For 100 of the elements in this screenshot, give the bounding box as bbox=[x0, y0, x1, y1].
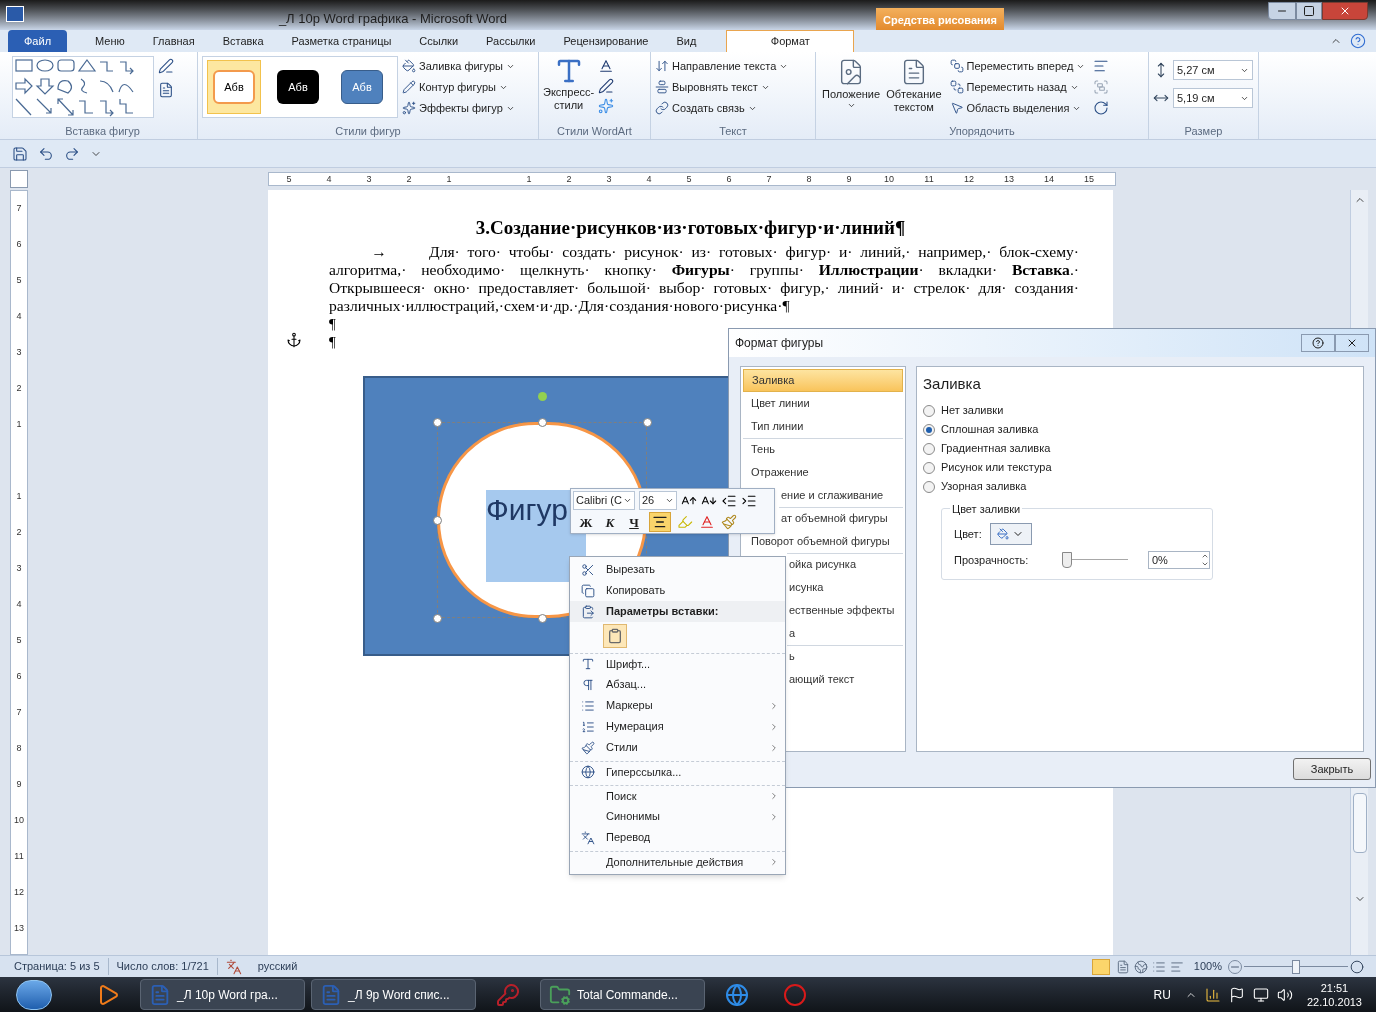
spelling-icon[interactable] bbox=[225, 958, 242, 975]
size-field[interactable]: 5,19 см bbox=[1173, 88, 1253, 108]
network-icon[interactable] bbox=[1252, 986, 1269, 1003]
ribbon-tab[interactable]: Рассылки bbox=[472, 30, 550, 52]
resize-handle[interactable] bbox=[433, 418, 442, 427]
rotation-handle[interactable] bbox=[538, 392, 547, 401]
ribbon-tab[interactable]: Разметка страницы bbox=[277, 30, 406, 52]
view-mode-icon[interactable] bbox=[1133, 959, 1148, 974]
resize-handle[interactable] bbox=[433, 516, 442, 525]
ribbon-tab[interactable]: Рецензирование bbox=[549, 30, 663, 52]
menu-item[interactable]: Маркеры bbox=[570, 695, 785, 716]
taskbar-button[interactable]: Total Commande... bbox=[540, 979, 705, 1010]
file-tab[interactable]: Файл bbox=[8, 30, 68, 52]
style-sample[interactable]: Абв bbox=[335, 60, 389, 114]
category-item[interactable]: Отражение bbox=[743, 460, 903, 484]
start-button[interactable] bbox=[16, 979, 52, 1010]
category-item[interactable]: Тип линии bbox=[743, 414, 903, 438]
ribbon-tab[interactable]: Вид bbox=[662, 30, 711, 52]
category-item[interactable]: Поворот объемной фигуры bbox=[743, 529, 903, 553]
zoom-in-icon[interactable] bbox=[1350, 959, 1364, 974]
scrollbar-thumb[interactable] bbox=[1352, 793, 1367, 853]
format-painter-icon[interactable] bbox=[721, 514, 737, 530]
edit-shape-icon[interactable] bbox=[158, 58, 174, 74]
category-item[interactable]: Тень bbox=[743, 437, 903, 461]
ribbon-command[interactable]: Контур фигуры bbox=[402, 77, 515, 97]
ribbon-command[interactable]: Переместить назад bbox=[949, 77, 1086, 97]
resize-handle[interactable] bbox=[538, 418, 547, 427]
style-sample[interactable]: Абв bbox=[271, 60, 325, 114]
align-icon[interactable] bbox=[1093, 58, 1110, 74]
maximize-button[interactable] bbox=[1296, 2, 1322, 20]
save-icon[interactable] bbox=[12, 145, 28, 162]
radio-button[interactable] bbox=[923, 461, 935, 474]
menu-item[interactable]: Дополнительные действия bbox=[570, 851, 785, 872]
radio-button[interactable] bbox=[923, 480, 935, 493]
ribbon-tab[interactable]: Главная bbox=[138, 30, 209, 52]
ribbon-command[interactable]: Эффекты фигур bbox=[402, 98, 515, 118]
menu-item[interactable]: Копировать bbox=[570, 580, 785, 601]
taskbar-button[interactable]: _Л 10р Word гра... bbox=[140, 979, 305, 1010]
menu-item[interactable]: Стили bbox=[570, 737, 785, 758]
color-picker-button[interactable] bbox=[989, 523, 1032, 546]
view-mode-icon[interactable] bbox=[1151, 959, 1166, 974]
express-styles-button[interactable]: Экспресс- стили bbox=[543, 56, 595, 123]
view-mode-icon[interactable] bbox=[1169, 959, 1184, 974]
category-item[interactable]: а bbox=[787, 621, 903, 645]
volume-icon[interactable] bbox=[1276, 986, 1293, 1003]
category-item[interactable]: Цвет линии bbox=[743, 391, 903, 415]
menu-item[interactable]: Шрифт... bbox=[570, 653, 785, 674]
resize-handle[interactable] bbox=[433, 614, 442, 623]
rotate-icon[interactable] bbox=[1093, 100, 1110, 116]
menu-item[interactable]: Нумерация bbox=[570, 716, 785, 737]
action-center-icon[interactable] bbox=[1228, 986, 1245, 1003]
tray-app-icon[interactable] bbox=[1204, 986, 1221, 1003]
paste-option-button[interactable] bbox=[603, 624, 627, 648]
text-box-icon[interactable] bbox=[158, 82, 174, 98]
ribbon-command[interactable]: Переместить вперед bbox=[949, 56, 1086, 76]
menu-item[interactable]: Абзац... bbox=[570, 674, 785, 695]
category-item[interactable]: Заливка bbox=[743, 368, 903, 392]
redo-icon[interactable] bbox=[64, 145, 80, 162]
resize-handle[interactable] bbox=[538, 614, 547, 623]
menu-item[interactable]: Перевод bbox=[570, 827, 785, 848]
category-item[interactable]: ение и сглаживание bbox=[779, 483, 903, 507]
style-sample[interactable]: Абв bbox=[207, 60, 261, 114]
category-item[interactable]: ат объемной фигуры bbox=[779, 506, 903, 530]
radio-button[interactable] bbox=[923, 442, 935, 455]
undo-icon[interactable] bbox=[38, 145, 54, 162]
category-item[interactable]: исунка bbox=[787, 575, 903, 599]
text-outline-icon[interactable] bbox=[598, 78, 615, 94]
category-item[interactable]: ь bbox=[787, 644, 903, 668]
font-color-icon[interactable] bbox=[699, 514, 715, 530]
category-item[interactable]: ающий текст bbox=[787, 667, 903, 691]
ribbon-command[interactable]: Создать связь bbox=[655, 98, 789, 118]
center-align-button[interactable] bbox=[649, 512, 671, 532]
clock[interactable]: 21:51 22.10.2013 bbox=[1306, 980, 1362, 1009]
format-button[interactable]: Ч bbox=[625, 512, 643, 532]
view-mode-icon[interactable] bbox=[1115, 959, 1130, 974]
font-name-field[interactable]: Calibri (С bbox=[573, 491, 635, 510]
transparency-field[interactable]: 0% bbox=[1148, 551, 1210, 570]
ribbon-tab[interactable]: Формат bbox=[726, 30, 855, 52]
category-item[interactable]: ойка рисунка bbox=[787, 552, 903, 576]
help-button[interactable] bbox=[1301, 333, 1335, 352]
close-dialog-button[interactable]: Закрыть bbox=[1293, 758, 1371, 781]
transparency-slider[interactable] bbox=[1062, 552, 1128, 569]
category-item[interactable]: ественные эффекты bbox=[787, 598, 903, 622]
size-field[interactable]: 5,27 см bbox=[1173, 60, 1253, 80]
zoom-slider[interactable] bbox=[1244, 958, 1348, 975]
menu-item[interactable]: Поиск bbox=[570, 785, 785, 806]
ribbon-tab[interactable]: Ссылки bbox=[405, 30, 473, 52]
resize-handle[interactable] bbox=[643, 418, 652, 427]
taskbar-button[interactable]: _Л 9р Word спис... bbox=[311, 979, 476, 1010]
radio-button[interactable] bbox=[923, 404, 935, 417]
menu-item[interactable]: Синонимы bbox=[570, 806, 785, 827]
ribbon-tab[interactable]: Вставка bbox=[208, 30, 278, 52]
group-icon[interactable] bbox=[1093, 79, 1110, 95]
position-button[interactable]: Положение bbox=[820, 56, 883, 123]
format-button[interactable]: К bbox=[601, 512, 619, 532]
text-fill-icon[interactable] bbox=[598, 58, 615, 74]
input-language-indicator[interactable]: RU bbox=[1153, 985, 1171, 1004]
help-icon[interactable] bbox=[1350, 33, 1366, 49]
ribbon-command[interactable]: Область выделения bbox=[949, 98, 1086, 118]
radio-button[interactable] bbox=[923, 423, 935, 436]
